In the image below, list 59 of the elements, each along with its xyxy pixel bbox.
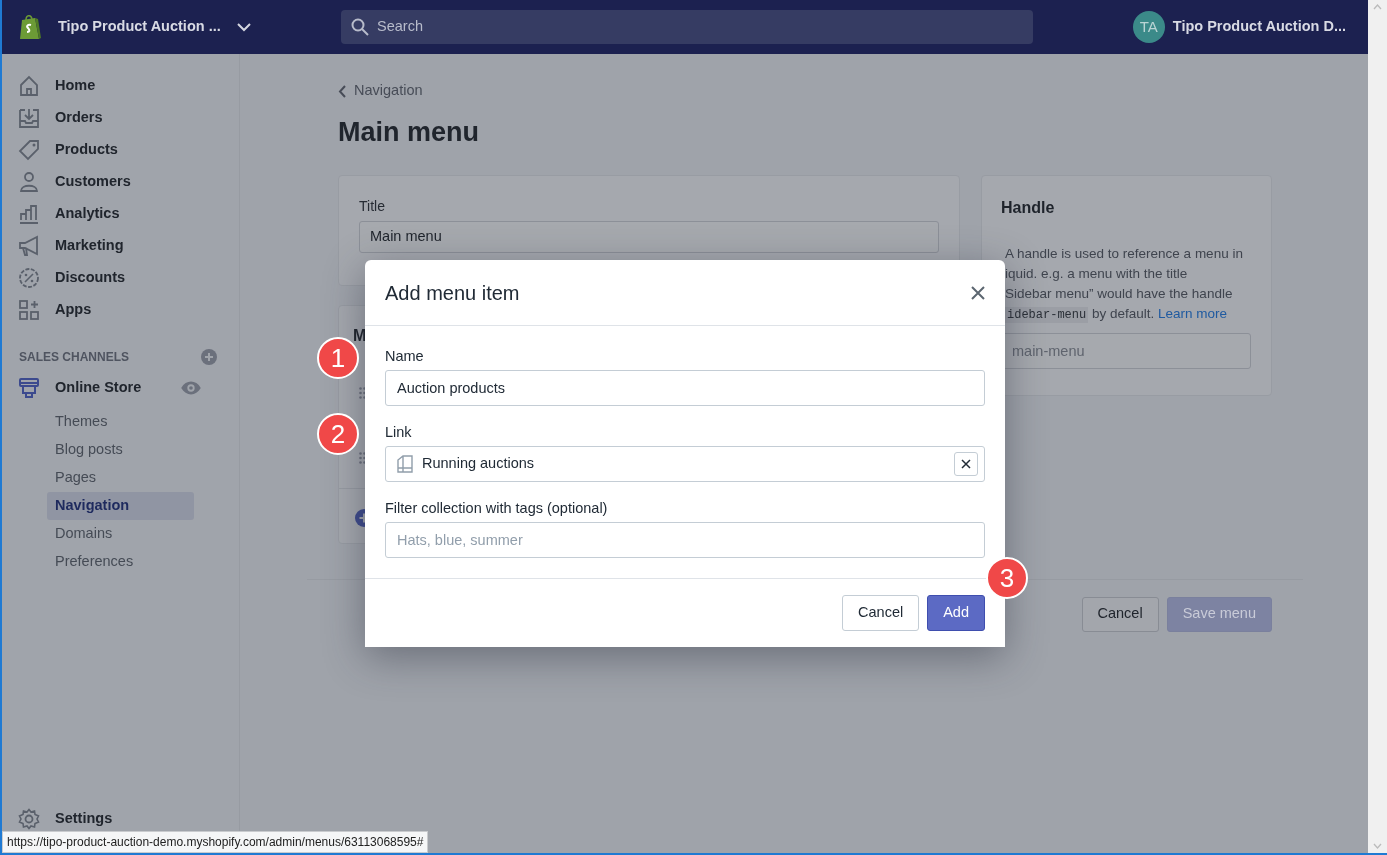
chevron-left-icon [338,84,346,98]
page-title: Main menu [338,116,480,149]
sidebar-subitem[interactable]: Blog posts [47,436,194,464]
sidebar-item[interactable]: Settings [55,808,113,830]
storefront-icon [18,377,40,399]
handle-description: A handle is used to reference a menu in iquid. e.g. a menu with the title Sidebar menu” would have the handle idebar-menu by default. Learn more [1005,244,1244,325]
cancel-button[interactable]: Cancel [842,595,920,631]
status-url: https://tipo-product-auction-demo.myshopify.com/admin/menus/63113068595# [2,831,429,853]
account-name[interactable]: Tipo Product Auction D... [1172,16,1346,38]
settings-icon [18,808,40,830]
sidebar-subitem[interactable]: Preferences [47,548,194,576]
sidebar-item[interactable]: Products [55,139,118,161]
home-icon [18,75,40,97]
apps-grid-icon [18,299,40,321]
sidebar-item[interactable]: Marketing [55,235,124,257]
chevron-down-icon[interactable] [236,22,251,32]
field-label: Title [359,196,386,216]
sidebar-item[interactable]: Customers [55,171,131,193]
inbox-download-icon [18,107,40,129]
dialog-title: Add menu item [385,280,520,306]
shopping-bag-logo-icon [18,13,42,41]
search-field[interactable]: Search [341,10,1033,44]
step-number-marker: 2 [317,413,359,455]
tag-icon [18,139,40,161]
input-field[interactable]: Hats, blue, summer [385,522,985,558]
input-field[interactable]: Auction products [385,370,985,406]
sidebar-item[interactable]: Home [55,75,96,97]
sidebar-subitem[interactable]: Navigation [47,492,194,520]
field-label: Filter collection with tags (optional) [385,500,608,516]
drag-handle-icon[interactable] [359,386,367,399]
back-link[interactable]: Navigation [338,80,423,102]
sidebar-subitem[interactable]: Domains [47,520,194,548]
collection-icon [396,455,414,473]
close-icon [961,459,971,469]
store-name[interactable]: Tipo Product Auction ... [58,16,221,38]
step-number-marker: 3 [986,557,1028,599]
field-label: Name [385,348,424,364]
title-field[interactable]: Main menu [359,220,939,253]
sidebar-item[interactable]: Analytics [55,203,120,225]
sidebar-item[interactable]: Online Store [55,377,142,399]
person-icon [18,171,40,193]
megaphone-icon [18,235,40,257]
card-heading: Handle [1001,197,1056,218]
close-icon[interactable] [971,285,985,300]
add-button[interactable]: Add [927,595,985,631]
field-label: Link [385,424,412,440]
clear-button[interactable] [954,452,978,476]
search-icon [351,18,369,36]
link-field[interactable]: Running auctions [385,446,985,482]
percent-badge-icon [18,267,40,289]
section-heading: SALES CHANNELS [19,349,129,366]
drag-handle-icon[interactable] [359,451,367,464]
sidebar-item[interactable]: Apps [55,299,92,321]
sidebar-item[interactable]: Discounts [55,267,126,289]
sidebar-item[interactable]: Orders [55,107,103,129]
sidebar-subitem[interactable]: Themes [47,408,194,436]
cancel-button[interactable]: Cancel [1081,596,1159,632]
sidebar-subitem[interactable]: Pages [47,464,194,492]
bar-chart-icon [18,203,40,225]
